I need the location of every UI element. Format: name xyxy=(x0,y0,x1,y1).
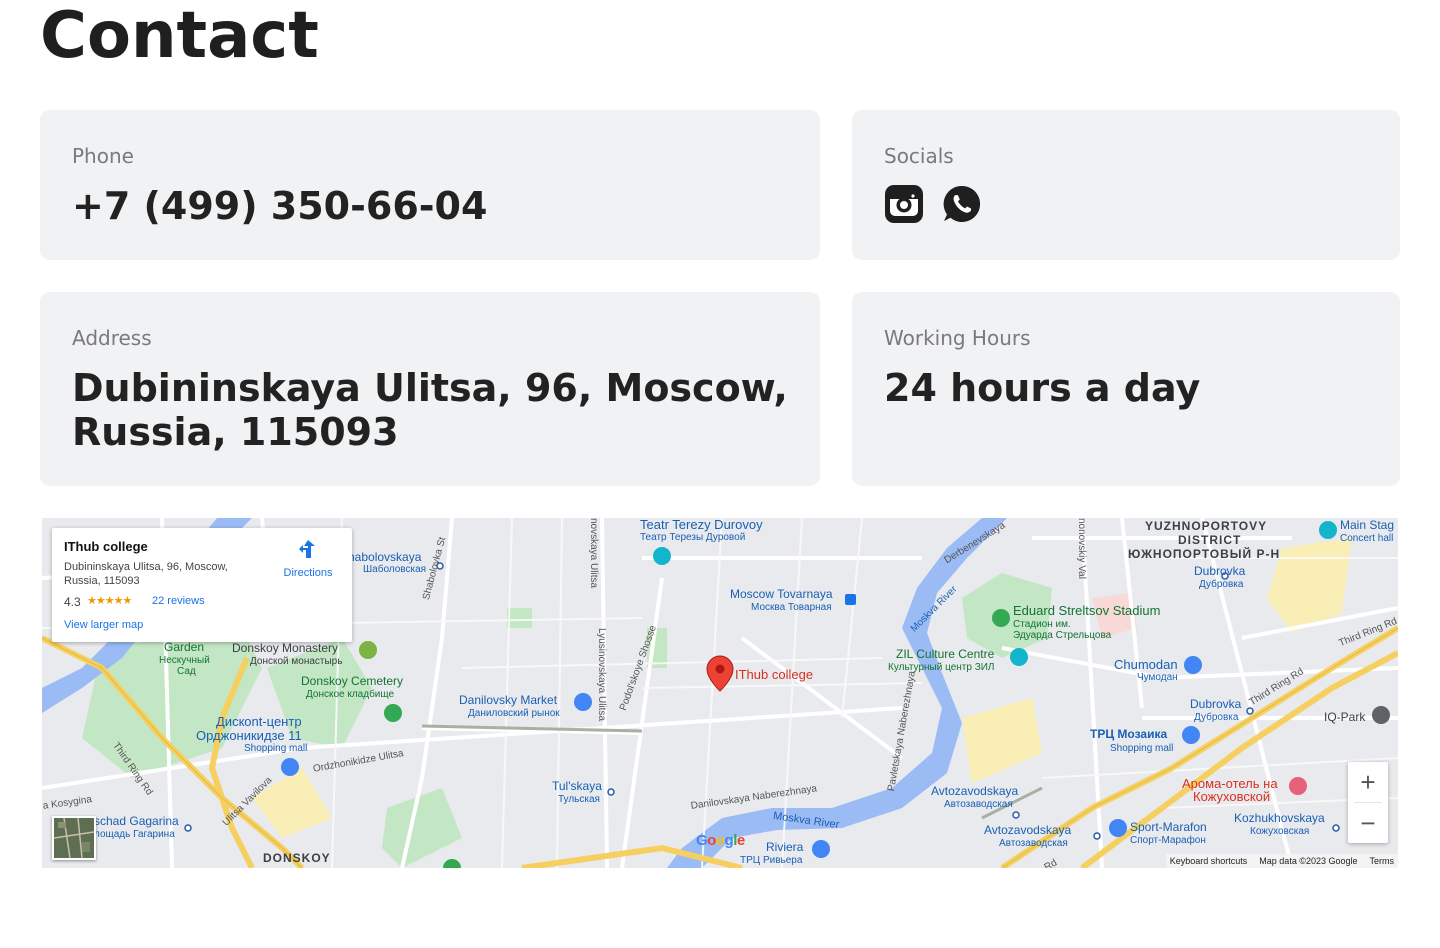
map-label: Sport-Marafon xyxy=(1130,820,1207,834)
phone-label: Phone xyxy=(72,144,134,168)
map-attribution-bar: Keyboard shortcuts Map data ©2023 Google… xyxy=(1165,854,1398,868)
terms-link[interactable]: Terms xyxy=(1370,854,1395,868)
map-label: Шаболовская xyxy=(363,564,427,575)
map-label: Tul'skaya xyxy=(552,779,602,793)
map-label: Автозаводская xyxy=(944,799,1013,810)
map-label: Дискont-центр xyxy=(216,714,302,729)
directions-button[interactable]: Directions xyxy=(278,538,338,579)
map-label: лощадь Гагарина xyxy=(94,829,175,840)
directions-label: Directions xyxy=(283,567,333,579)
address-label: Address xyxy=(72,326,152,350)
map-label: ЮЖНОПОРТОВЫЙ Р-Н xyxy=(1128,547,1281,561)
map-label: Донское кладбище xyxy=(306,689,395,700)
map-label: Эдуарда Стрельцова xyxy=(1013,630,1112,641)
map-label: Dubrovka xyxy=(1194,564,1246,578)
google-logo: Google xyxy=(696,832,745,849)
social-icons-row xyxy=(884,184,982,224)
map-label: Культурный центр ЗИЛ xyxy=(888,662,995,673)
socials-card: Socials xyxy=(852,110,1400,260)
marker-label[interactable]: IThub college xyxy=(735,668,813,681)
address-value: Dubininskaya Ulitsa, 96, Moscow, Russia,… xyxy=(72,366,788,454)
map-label: Donskoy Monastery xyxy=(232,641,339,655)
working-hours-value: 24 hours a day xyxy=(884,366,1201,410)
view-larger-map-link[interactable]: View larger map xyxy=(64,619,143,631)
map-label: Donskoy Cemetery xyxy=(301,674,404,688)
place-rating: 4.3 xyxy=(64,595,81,609)
page-title: Contact xyxy=(40,0,319,73)
map-label: Lyusinovskaya Ulitsa xyxy=(596,628,607,722)
place-infobox: IThub college Dubininskaya Ulitsa, 96, M… xyxy=(52,528,352,642)
map-label: Eduard Streltsov Stadium xyxy=(1013,603,1161,618)
map-label: Москва Товарная xyxy=(751,602,832,613)
map-label: Dubrovka xyxy=(1190,697,1242,711)
map-label: schad Gagarina xyxy=(94,814,179,828)
socials-label: Socials xyxy=(884,144,954,168)
working-hours-label: Working Hours xyxy=(884,326,1031,350)
map-label: Сад xyxy=(177,666,196,677)
instagram-icon[interactable] xyxy=(884,184,924,224)
map-label: Teatr Terezy Durovoy xyxy=(640,518,763,532)
map-data-credit: Map data ©2023 Google xyxy=(1259,856,1358,866)
map-label: Автозаводская xyxy=(999,838,1068,849)
map-label: DONSKOY xyxy=(263,851,331,865)
map-label: Shopping mall xyxy=(244,743,308,754)
map-label: Чумодан xyxy=(1137,672,1178,683)
map-label: novskaya Ulitsa xyxy=(588,518,599,589)
map-label: Avtozavodskaya xyxy=(931,784,1019,798)
map-label: Театр Терезы Дуровой xyxy=(640,532,746,543)
map-label: Дубровка xyxy=(1194,712,1239,723)
map-label: Дубровка xyxy=(1199,579,1244,590)
keyboard-shortcuts-link[interactable]: Keyboard shortcuts xyxy=(1170,854,1248,868)
map-label: Main Stag xyxy=(1340,518,1395,532)
map-label: YUZHNOPORTOVY xyxy=(1145,519,1268,533)
place-address: Dubininskaya Ulitsa, 96, Moscow, Russia,… xyxy=(64,561,228,587)
directions-icon xyxy=(299,540,315,558)
map-label: ТРЦ Ривьера xyxy=(740,855,803,866)
map-label: Chumodan xyxy=(1114,657,1178,672)
map-label: Riviera xyxy=(766,840,804,854)
rating-stars-icon: ★★★★★ xyxy=(87,595,132,607)
map-label: Тульская xyxy=(558,794,600,805)
map-label: Danilovsky Market xyxy=(459,693,558,707)
map-label: Kozhukhovskaya xyxy=(1234,811,1325,825)
map-label: Спорт-Марафон xyxy=(1130,835,1206,846)
working-hours-card: Working Hours 24 hours a day xyxy=(852,292,1400,486)
address-card: Address Dubininskaya Ulitsa, 96, Moscow,… xyxy=(40,292,820,486)
map-label: Shopping mall xyxy=(1110,743,1174,754)
map-label: ZIL Culture Centre xyxy=(896,647,995,661)
zoom-in-button[interactable]: + xyxy=(1348,762,1388,802)
map-label: Concert hall xyxy=(1340,533,1394,544)
place-name: IThub college xyxy=(64,539,148,554)
whatsapp-icon[interactable] xyxy=(942,184,982,224)
map-label: Moscow Tovarnaya xyxy=(730,587,833,601)
map-label: Avtozavodskaya xyxy=(984,823,1072,837)
map-label: Орджоникидзе 11 xyxy=(196,728,302,743)
satellite-preview-icon xyxy=(53,817,95,859)
map-label: nonovskiy Val xyxy=(1076,518,1087,579)
map-label: IQ-Park xyxy=(1324,710,1366,724)
phone-card: Phone +7 (499) 350-66-04 xyxy=(40,110,820,260)
map-label: Кожуховской xyxy=(1193,789,1271,804)
satellite-toggle-thumbnail[interactable] xyxy=(52,816,96,860)
map-label: Донской монастырь xyxy=(250,656,343,667)
zoom-out-button[interactable]: − xyxy=(1348,803,1388,843)
map-label: Кожуховская xyxy=(1250,826,1310,837)
google-map[interactable]: Teatr Terezy Durovoy Театр Терезы Дурово… xyxy=(42,518,1398,868)
reviews-link[interactable]: 22 reviews xyxy=(152,595,205,607)
map-label: Даниловский рынок xyxy=(468,708,560,719)
map-label: DISTRICT xyxy=(1178,533,1242,547)
phone-number-link[interactable]: +7 (499) 350-66-04 xyxy=(72,184,796,228)
map-label: Garden xyxy=(164,640,205,654)
map-label: ТРЦ Мозаика xyxy=(1090,727,1168,741)
zoom-controls: + − xyxy=(1348,762,1388,843)
